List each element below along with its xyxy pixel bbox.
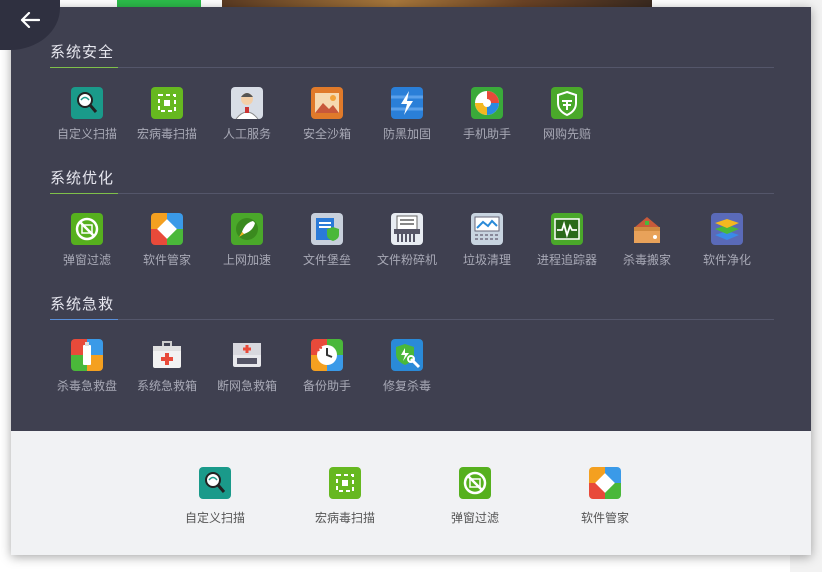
tool-label: 文件粉碎机	[376, 253, 437, 267]
popup-filter-icon	[71, 213, 103, 245]
arrow-left-icon	[20, 12, 40, 28]
tool-label: 文件堡垒	[302, 253, 351, 267]
tool-software-purify[interactable]: 软件净化	[687, 213, 767, 273]
junk-cleanup-icon	[471, 213, 503, 245]
tool-label: 系统急救箱	[136, 379, 197, 393]
section-title-rescue: 系统急救	[50, 295, 115, 313]
support-agent-icon	[231, 87, 263, 119]
tool-antivirus-move[interactable]: 杀毒搬家	[607, 213, 687, 273]
tool-label: 弹窗过滤	[450, 511, 499, 525]
antivirus-move-icon	[631, 213, 663, 245]
offline-aid-kit-icon	[231, 339, 263, 371]
section-accent-line	[50, 319, 118, 320]
first-aid-kit-icon	[151, 339, 183, 371]
quick-tool-popup-filter[interactable]: 弹窗过滤	[425, 467, 525, 527]
tool-label: 断网急救箱	[216, 379, 277, 393]
tool-label: 宏病毒扫描	[314, 511, 375, 525]
macro-scan-icon	[151, 87, 183, 119]
tool-process-tracker[interactable]: 进程追踪器	[527, 213, 607, 273]
quick-tool-custom-scan[interactable]: 自定义扫描	[165, 467, 265, 527]
section-title-optimize: 系统优化	[50, 169, 115, 187]
tool-rescue-disk[interactable]: 杀毒急救盘	[47, 339, 127, 399]
section-divider	[50, 193, 774, 194]
tool-junk-cleanup[interactable]: 垃圾清理	[447, 213, 527, 273]
magnifier-icon	[199, 467, 231, 499]
tool-custom-scan[interactable]: 自定义扫描	[47, 87, 127, 147]
tool-software-manager[interactable]: 软件管家	[127, 213, 207, 273]
backup-icon	[311, 339, 343, 371]
tool-shopping-compensation[interactable]: 网购先赔	[527, 87, 607, 147]
tool-backup-assistant[interactable]: 备份助手	[287, 339, 367, 399]
magnifier-icon	[71, 87, 103, 119]
tool-system-rescue-kit[interactable]: 系统急救箱	[127, 339, 207, 399]
file-fortress-icon	[311, 213, 343, 245]
macro-scan-icon	[329, 467, 361, 499]
shield-lightning-icon	[391, 87, 423, 119]
toolbox-panel: 系统安全 自定义扫描 宏病毒扫描 人工服务 安全沙箱 防黑加固 手机助手 网购先…	[0, 0, 811, 555]
rocket-icon	[231, 213, 263, 245]
tool-label: 软件管家	[580, 511, 629, 525]
tool-label: 软件净化	[702, 253, 751, 267]
tool-label: 自定义扫描	[184, 511, 245, 525]
quick-tool-software-manager[interactable]: 软件管家	[555, 467, 655, 527]
tool-internet-boost[interactable]: 上网加速	[207, 213, 287, 273]
tool-label: 自定义扫描	[56, 127, 117, 141]
tool-label: 进程追踪器	[536, 253, 597, 267]
tool-label: 备份助手	[302, 379, 351, 393]
tool-label: 修复杀毒	[382, 379, 431, 393]
repair-shield-icon	[391, 339, 423, 371]
software-manager-icon	[589, 467, 621, 499]
software-purify-icon	[711, 213, 743, 245]
tool-label: 手机助手	[462, 127, 511, 141]
sandbox-icon	[311, 87, 343, 119]
phone-assistant-icon	[471, 87, 503, 119]
section-accent-line	[50, 67, 118, 68]
section-title-security: 系统安全	[50, 43, 115, 61]
tool-macro-scan[interactable]: 宏病毒扫描	[127, 87, 207, 147]
file-shredder-icon	[391, 213, 423, 245]
tool-label: 上网加速	[222, 253, 271, 267]
shopping-shield-icon	[551, 87, 583, 119]
tool-label: 网购先赔	[542, 127, 591, 141]
tool-label: 防黑加固	[382, 127, 431, 141]
tool-label: 弹窗过滤	[62, 253, 111, 267]
tool-label: 杀毒急救盘	[56, 379, 117, 393]
popup-filter-icon	[459, 467, 491, 499]
tool-offline-rescue-kit[interactable]: 断网急救箱	[207, 339, 287, 399]
process-tracker-icon	[551, 213, 583, 245]
tool-label: 安全沙箱	[302, 127, 351, 141]
tool-label: 垃圾清理	[462, 253, 511, 267]
tool-label: 杀毒搬家	[622, 253, 671, 267]
tool-file-fortress[interactable]: 文件堡垒	[287, 213, 367, 273]
tool-anti-hack[interactable]: 防黑加固	[367, 87, 447, 147]
tool-label: 软件管家	[142, 253, 191, 267]
rescue-usb-icon	[71, 339, 103, 371]
quick-tool-macro-scan[interactable]: 宏病毒扫描	[295, 467, 395, 527]
section-accent-line	[50, 193, 118, 194]
software-manager-icon	[151, 213, 183, 245]
tool-manual-service[interactable]: 人工服务	[207, 87, 287, 147]
tool-label: 人工服务	[222, 127, 271, 141]
section-divider	[50, 319, 774, 320]
tool-repair-antivirus[interactable]: 修复杀毒	[367, 339, 447, 399]
tool-label: 宏病毒扫描	[136, 127, 197, 141]
tool-popup-filter[interactable]: 弹窗过滤	[47, 213, 127, 273]
section-divider	[50, 67, 774, 68]
tool-phone-assistant[interactable]: 手机助手	[447, 87, 527, 147]
toolbox-main-area: 系统安全 自定义扫描 宏病毒扫描 人工服务 安全沙箱 防黑加固 手机助手 网购先…	[0, 0, 811, 431]
tool-file-shredder[interactable]: 文件粉碎机	[367, 213, 447, 273]
tool-sandbox[interactable]: 安全沙箱	[287, 87, 367, 147]
